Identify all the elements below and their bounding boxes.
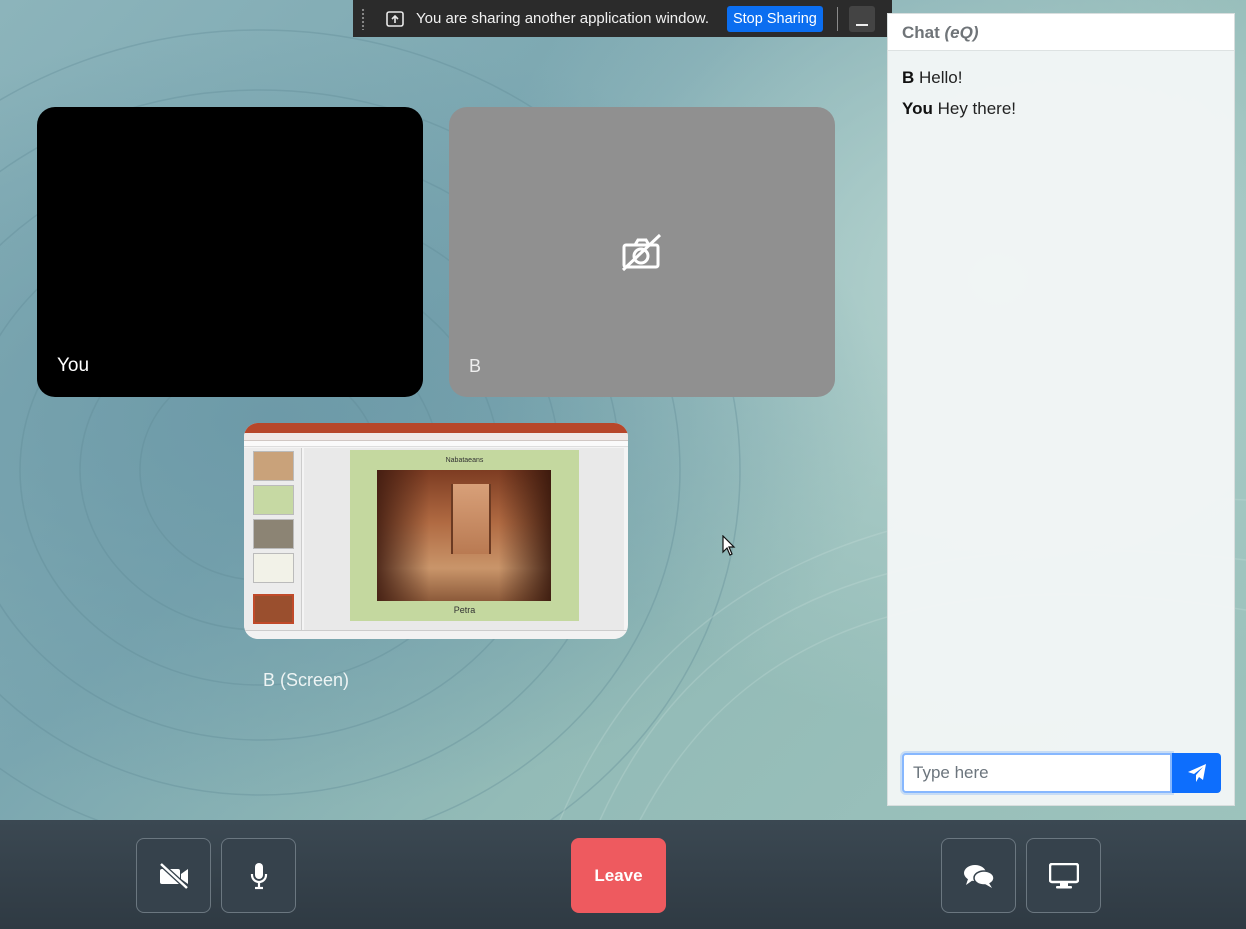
slide-thumbnails [244,448,302,630]
message-text: Hey there! [937,99,1017,118]
shared-window-titlebar [244,423,628,433]
send-button[interactable] [1172,753,1221,793]
chat-title: Chat [902,23,940,42]
chat-form [902,753,1221,793]
slide-thumbnail [253,451,294,481]
share-screen-icon [386,10,404,27]
chat-message: You Hey there! [902,99,1220,119]
chat-message: B Hello! [902,68,1220,88]
video-tile-b: B [449,107,835,397]
message-sender: You [902,99,933,118]
divider [836,6,838,31]
call-toolbar: Leave [0,820,1246,929]
shared-window-ribbon [244,441,628,447]
participant-name: You [57,355,90,376]
toggle-microphone-button[interactable] [221,838,296,913]
microphone-icon [250,862,267,889]
slide-thumbnail [253,485,294,515]
shared-window-statusbar [244,630,628,639]
treasury-facade [451,484,491,554]
paper-plane-icon [1187,764,1206,782]
message-text: Hello! [919,68,963,87]
shared-window-ribbon [244,433,628,441]
leave-button[interactable]: Leave [571,838,666,913]
share-screen-button[interactable] [1026,838,1101,913]
share-message: You are sharing another application wind… [416,10,709,27]
comments-icon [963,864,995,888]
screen-share-bar: You are sharing another application wind… [353,0,892,37]
video-tile-you: You [37,107,423,397]
chat-panel: Chat (eQ) B Hello! You Hey there! [887,13,1235,806]
drag-handle-icon[interactable] [361,7,366,30]
chat-input[interactable] [902,753,1172,793]
participant-name: B [469,356,482,376]
stop-sharing-button[interactable]: Stop Sharing [726,5,823,32]
mouse-cursor-icon [722,535,736,556]
camera-off-icon [621,233,662,272]
chat-header: Chat (eQ) [888,14,1234,51]
slide-thumbnail [253,553,294,583]
chat-room-name: (eQ) [944,23,979,42]
slide-caption: Petra [453,605,476,615]
desktop-icon [1048,862,1079,888]
minimize-button[interactable] [848,5,875,32]
slide-thumbnail [253,519,294,549]
toggle-chat-button[interactable] [941,838,1016,913]
video-slash-icon [158,862,189,889]
chat-messages: B Hello! You Hey there! [888,51,1234,147]
shared-slide: Nabataeans Petra [350,450,579,621]
message-sender: B [902,68,915,87]
screen-share-label: B (Screen) [263,670,350,690]
screen-share-tile: Nabataeans Petra [244,423,628,639]
toggle-camera-button[interactable] [136,838,211,913]
slide-title: Nabataeans [445,457,484,464]
slide-photo [377,470,551,601]
slide-thumbnail [253,594,294,624]
